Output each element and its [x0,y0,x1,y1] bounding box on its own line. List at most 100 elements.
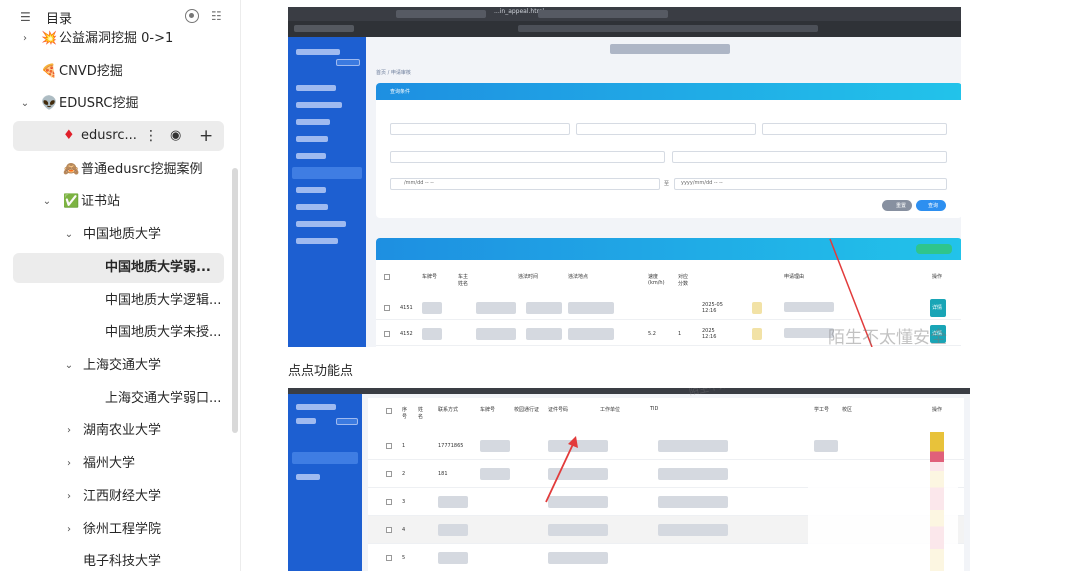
query-panel-header [376,83,961,100]
filter-input[interactable] [390,123,570,135]
tree-item-edusrc-doc[interactable]: ♦ edusrc... ⋮ ◉ + [13,121,224,151]
blurred-button[interactable] [336,418,358,425]
chevron-right-icon[interactable]: › [63,449,75,479]
tree-item-cug-weak[interactable]: 中国地质大学弱... [13,253,224,283]
browser-tab-bar [288,388,970,394]
nav-item[interactable] [296,204,328,210]
tree-item-cug[interactable]: ⌄ 中国地质大学 [13,220,224,250]
blurred-tab [396,10,486,18]
tree-item-label: 江西财经大学 [83,489,162,504]
tree-item-cug-logic[interactable]: 中国地质大学逻辑... [13,286,224,316]
blurred-cell [438,496,468,508]
browser-tab-bar: ...in_appeal.html [288,7,961,21]
embedded-screenshot-users: 序号 姓名 联系方式 车牌号 校园通行证 证件号码 工作单位 TID 学工号 校… [288,388,970,571]
row-time: 2025 12:16 [702,328,717,340]
document-content: ...in_appeal.html 首页 / 申请审核 查询条件 /mm/dd … [242,0,1080,571]
table-row[interactable]: 1 17771865 [368,432,964,460]
tree-item-cug-unauth[interactable]: 中国地质大学未授... [13,318,224,348]
locate-icon[interactable] [185,9,199,23]
row-number: 2 [402,471,406,477]
chevron-down-icon[interactable]: ⌄ [41,187,53,217]
nav-item-active[interactable] [292,167,362,179]
row-phone: 181 [438,471,448,477]
nav-item[interactable] [296,153,326,159]
date-separator: 至 [664,181,670,187]
tree-item-public-vuln[interactable]: › 💥 公益漏洞挖掘 0->1 [13,24,224,54]
blurred-page-heading [610,44,730,54]
row-checkbox[interactable] [386,499,392,505]
chevron-right-icon[interactable]: › [19,24,31,54]
tree-item-sjtu[interactable]: ⌄ 上海交通大学 [13,351,224,381]
chevron-right-icon[interactable]: › [63,515,75,545]
column-header: 序号 [402,407,408,420]
tree-item-common-cases[interactable]: 🙈 普通edusrc挖掘案例 [13,155,224,185]
column-header: 申请理由 [784,274,805,280]
filter-input[interactable] [576,123,756,135]
blurred-cell [480,440,510,452]
watermark-text: 陌生不太懂安全 [828,328,947,347]
filter-input[interactable] [762,123,947,135]
nav-item[interactable] [296,187,326,193]
column-header: 速度(km/h) [648,274,665,286]
column-header: 车主姓名 [458,274,469,287]
add-child-icon[interactable]: + [199,121,213,151]
chevron-down-icon[interactable]: ⌄ [63,220,75,250]
blurred-cell [548,524,608,536]
blurred-button[interactable] [336,59,360,66]
tree-item-cnvd[interactable]: 🍕 CNVD挖掘 [13,57,224,87]
row-checkbox[interactable] [384,305,390,311]
column-header: 操作 [932,274,943,280]
blurred-cell [476,328,516,340]
blurred-cell [526,302,562,314]
blurred-cell [784,302,834,312]
column-header: 操作 [932,407,943,413]
sidebar-scrollbar[interactable] [232,168,238,433]
nav-item[interactable] [296,119,330,125]
blurred-cell [526,328,562,340]
filter-input[interactable] [390,151,665,163]
tree-item-uestc[interactable]: 电子科技大学 [13,547,224,577]
reset-button-label: 重置 [896,203,907,209]
tree-item-edusrc[interactable]: ⌄ 👽 EDUSRC挖掘 [13,89,224,119]
export-button[interactable] [916,244,952,254]
tree-item-label: 福州大学 [83,456,136,471]
tree-item-label: 公益漏洞挖掘 0->1 [59,31,174,46]
browser-url: ...in_appeal.html [494,8,545,15]
blurred-label [296,418,316,424]
more-actions-icon[interactable]: ⋮ [144,121,158,151]
blurred-cell [752,328,762,340]
nav-item[interactable] [296,136,328,142]
nav-item[interactable] [296,474,320,480]
column-header: 联系方式 [438,407,459,413]
row-checkbox[interactable] [386,471,392,477]
preview-eye-icon[interactable]: ◉ [170,121,181,151]
tree-item-sjtu-weak[interactable]: 上海交通大学弱口... [13,384,224,414]
collapse-list-icon[interactable]: ☷ [211,9,222,23]
chevron-down-icon[interactable]: ⌄ [19,89,31,119]
toc-list-icon[interactable]: ☰ [20,10,31,24]
column-header: 对应分数 [678,274,689,287]
row-checkbox[interactable] [384,331,390,337]
nav-item[interactable] [296,221,346,227]
tree-item-xzit[interactable]: › 徐州工程学院 [13,515,224,545]
chevron-right-icon[interactable]: › [63,482,75,512]
tree-item-fzu[interactable]: › 福州大学 [13,449,224,479]
chevron-down-icon[interactable]: ⌄ [63,351,75,381]
tree-item-jxufe[interactable]: › 江西财经大学 [13,482,224,512]
nav-item-active[interactable] [292,452,358,464]
row-checkbox[interactable] [386,527,392,533]
breadcrumb: 首页 / 申请审核 [376,70,411,76]
chevron-right-icon[interactable]: › [63,416,75,446]
nav-item[interactable] [296,102,342,108]
select-all-checkbox[interactable] [384,274,390,280]
select-all-checkbox[interactable] [386,408,392,414]
filter-input[interactable] [672,151,947,163]
nav-item[interactable] [296,85,336,91]
blurred-cell [658,524,728,536]
tree-item-cert-site[interactable]: ⌄ ✅ 证书站 [13,187,224,217]
monkey-emoji-icon: 🙈 [63,162,80,177]
row-checkbox[interactable] [386,555,392,561]
tree-item-hunau[interactable]: › 湖南农业大学 [13,416,224,446]
nav-item[interactable] [296,238,338,244]
row-checkbox[interactable] [386,443,392,449]
